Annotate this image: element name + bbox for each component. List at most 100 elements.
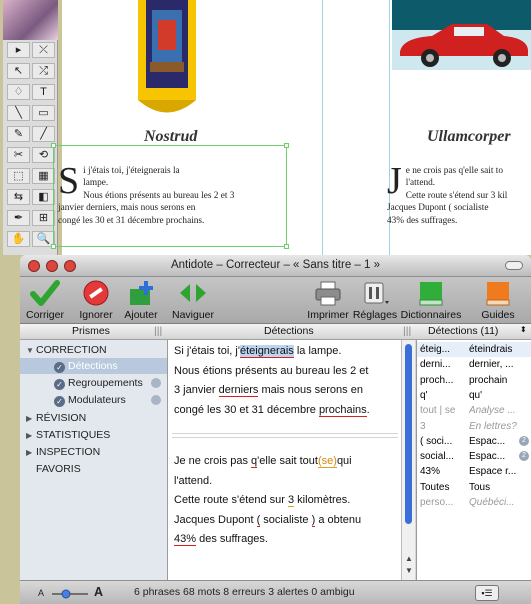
detection-word: q'	[420, 389, 428, 401]
detection-row[interactable]: ( soci... Espac... 2	[417, 434, 531, 449]
main-toolbar: Corriger Ignorer Ajouter Naviguer Imprim…	[20, 277, 531, 324]
text-pane[interactable]: Si j'étais toi, j'éteignerais la lampe. …	[168, 340, 405, 580]
detection-row[interactable]: q' qu'	[417, 388, 531, 403]
font-size-slider[interactable]	[50, 589, 90, 599]
tool-button[interactable]: ♢	[7, 84, 30, 100]
naviguer-button[interactable]: Naviguer	[170, 279, 216, 321]
tool-button[interactable]: ▦	[32, 168, 55, 184]
tool-button[interactable]: ✎	[7, 126, 30, 142]
detection-word: 43%	[420, 466, 441, 478]
detections-count-header[interactable]: Détections (11)	[428, 325, 498, 337]
error-prochains[interactable]: prochains	[318, 403, 367, 417]
frame-handle[interactable]	[284, 143, 289, 148]
sidebar-item-regroupements[interactable]: ✓ Regroupements	[20, 375, 167, 391]
dropcap-left: S	[58, 159, 80, 202]
tool-button[interactable]: ◧	[32, 189, 55, 205]
detections-list: éteig... éteindrais derni... dernier, ... pr…	[416, 340, 531, 580]
sort-stepper-icon[interactable]: ⬍	[520, 325, 527, 334]
error-eteignerais[interactable]: éteignerais	[239, 345, 294, 358]
ajouter-button[interactable]: Ajouter	[118, 279, 164, 321]
guides-button[interactable]: Guides	[478, 279, 518, 321]
tool-button[interactable]: ✒	[7, 210, 30, 226]
error-percent[interactable]: 43%	[174, 533, 197, 546]
left-rest-text: lampe. Nous étions présents au bureau le…	[58, 178, 235, 226]
tool-button[interactable]: ⟲	[32, 147, 55, 163]
tool-button[interactable]: ✋	[7, 231, 30, 247]
detection-row[interactable]: derni... dernier, ...	[417, 357, 531, 372]
sidebar-item-statistiques[interactable]: ▶ STATISTIQUES	[26, 427, 110, 443]
tool-button[interactable]: ⇆	[7, 189, 30, 205]
submenu-arrow-icon[interactable]	[151, 378, 161, 388]
scroll-up-arrow-icon[interactable]: ▲	[405, 554, 413, 563]
alert-se[interactable]: (se)	[317, 455, 337, 468]
detection-suggestion: Analyse ...	[469, 405, 516, 417]
tool-button[interactable]: ╱	[32, 126, 55, 142]
detection-row[interactable]: Toutes Tous	[417, 480, 531, 495]
error-derniers[interactable]: derniers	[218, 384, 259, 397]
frame-handle[interactable]	[51, 244, 56, 249]
tools-palette: ▸ ⤫ ↖ ⤮ ♢ T ╲ ▭ ✎ ╱ ✂ ⟲ ⬚ ▦ ⇆ ◧ ✒ ⊞ ✋ 🔍	[3, 0, 58, 255]
frame-handle[interactable]	[284, 244, 289, 249]
scrollbar-thumb[interactable]	[405, 344, 412, 524]
detection-row[interactable]: éteig... éteindrais	[417, 342, 531, 357]
tool-button[interactable]: ↖	[7, 63, 30, 79]
detection-row[interactable]: perso... Québéci...	[417, 495, 531, 510]
heading-right: Ullamcorper	[427, 128, 511, 145]
prismes-header[interactable]: Prismes	[72, 325, 110, 337]
window-titlebar[interactable]: Antidote – Correcteur – « Sans titre – 1…	[20, 255, 531, 277]
corriger-button[interactable]: Corriger	[22, 279, 68, 321]
toolbar-toggle-button[interactable]	[505, 261, 523, 270]
detections-header[interactable]: Détections	[264, 325, 314, 337]
car-illustration	[392, 0, 531, 70]
checkmark-icon	[30, 279, 60, 307]
detection-count-badge: 2	[519, 435, 529, 446]
detection-word: 3	[420, 420, 426, 432]
reglages-button[interactable]: Réglages	[352, 279, 398, 321]
right-first-line: e ne crois pas q'elle sait to	[405, 165, 503, 176]
poster-illustration	[138, 0, 196, 113]
column-resize-handle[interactable]: |||	[403, 325, 411, 337]
antidote-window: Antidote – Correcteur – « Sans titre – 1…	[20, 255, 531, 604]
tool-button[interactable]: ⤫	[32, 42, 55, 58]
detection-row[interactable]: 43% Espace r...	[417, 464, 531, 479]
detection-row[interactable]: tout | se Analyse ...	[417, 403, 531, 418]
right-rest-text: l'attend. Cette route s'étend sur 3 kil …	[387, 178, 508, 226]
tool-button[interactable]: ✂	[7, 147, 30, 163]
document-page[interactable]: Nostrud Ullamcorper Si j'étais toi, j'ét…	[51, 0, 531, 255]
sidebar-item-correction[interactable]: ▼ CORRECTION	[26, 342, 107, 358]
tool-button[interactable]: ⊞	[32, 210, 55, 226]
imprimer-button[interactable]: Imprimer	[305, 279, 351, 321]
scroll-down-arrow-icon[interactable]: ▼	[405, 566, 413, 575]
tool-button[interactable]: T	[32, 84, 55, 100]
ignorer-button[interactable]: Ignorer	[75, 279, 117, 321]
submenu-arrow-icon[interactable]	[151, 395, 161, 405]
detection-row[interactable]: social... Espac... 2	[417, 449, 531, 464]
tool-button[interactable]: ⤮	[32, 63, 55, 79]
text-pane-scrollbar[interactable]: ▲ ▼	[401, 340, 415, 580]
sidebar-item-modulateurs[interactable]: ✓ Modulateurs	[20, 392, 167, 408]
column-headers: Prismes ||| Détections ||| Détections (1…	[20, 324, 531, 340]
detection-suggestion: Québéci...	[469, 497, 515, 508]
dictionnaires-button[interactable]: Dictionnaires	[398, 279, 464, 321]
panel-toggle-button[interactable]: ▪☰	[475, 585, 499, 601]
right-column-text: Je ne crois pas q'elle sait to l'attend.…	[387, 152, 527, 227]
sidebar-item-detections[interactable]: ✓ Détections	[20, 358, 167, 374]
tool-button[interactable]: ⬚	[7, 168, 30, 184]
tool-button[interactable]: ╲	[7, 105, 30, 121]
column-gutter	[322, 0, 390, 255]
sidebar-item-revision[interactable]: ▶ RÉVISION	[26, 410, 86, 426]
dropcap-right: J	[387, 159, 402, 202]
detection-row[interactable]: proch... prochain	[417, 373, 531, 388]
tool-button[interactable]: ▸	[7, 42, 30, 58]
tool-button[interactable]: ▭	[32, 105, 55, 121]
paragraph-1[interactable]: Si j'étais toi, j'éteignerais la lampe. …	[174, 342, 399, 420]
frame-handle[interactable]	[51, 143, 56, 148]
paragraph-2[interactable]: Je ne crois pas q'elle sait tout(se)qui …	[174, 452, 399, 550]
column-resize-handle[interactable]: |||	[154, 325, 162, 337]
detection-suggestion: qu'	[469, 389, 483, 401]
detection-row[interactable]: 3 En lettres?	[417, 419, 531, 434]
detection-word: proch...	[420, 374, 454, 386]
sidebar-item-favoris[interactable]: FAVORIS	[36, 461, 81, 477]
sidebar-item-inspection[interactable]: ▶ INSPECTION	[26, 444, 100, 460]
detection-word: tout | se	[420, 405, 456, 417]
